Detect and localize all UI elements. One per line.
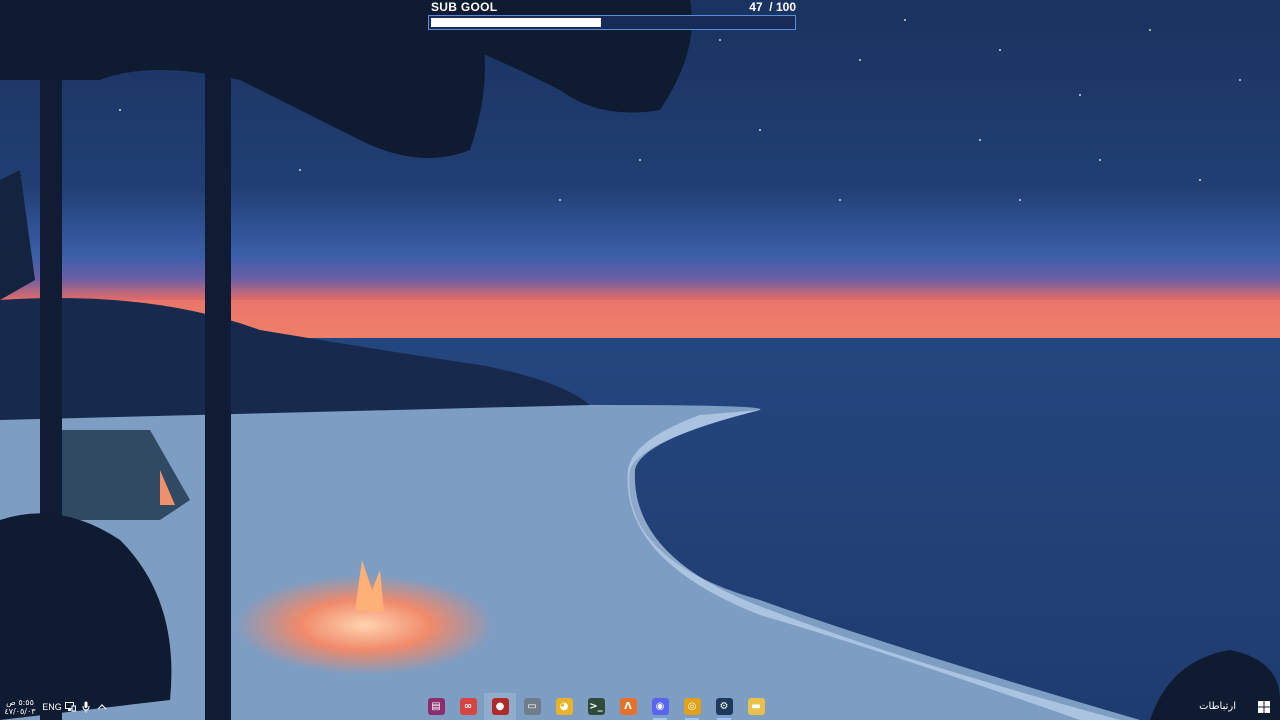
start-button[interactable] bbox=[1248, 693, 1280, 720]
window-app-icon: ▭ bbox=[523, 698, 541, 715]
sub-goal-widget: SUB GOOL 47 / 100 bbox=[428, 0, 798, 32]
chrome-icon: ◎ bbox=[683, 698, 701, 715]
taskbar-app-button[interactable]: ∞ bbox=[452, 693, 484, 720]
taskbar-app-button[interactable]: ▭ bbox=[516, 693, 548, 720]
contacts-button[interactable]: ارتباطات bbox=[1199, 701, 1236, 712]
sub-goal-progress-fill bbox=[431, 18, 601, 27]
pinned-apps: ▤ ∞ ● ▭ ◕ >_ Λ ◉ ◎ ⚙ ▬ bbox=[420, 693, 772, 720]
clock-time: ٥:٥٥ ص bbox=[6, 697, 34, 707]
taskbar-app-button[interactable]: ◎ bbox=[676, 693, 708, 720]
file-explorer-icon: ▬ bbox=[747, 698, 765, 715]
system-tray: ٥:٥٥ ص ٤٧/٠٥/٠٣ ENG bbox=[0, 693, 110, 720]
orange-a-app-icon: Λ bbox=[619, 698, 637, 715]
show-hidden-icons-chevron[interactable] bbox=[94, 693, 110, 720]
taskbar: ٥:٥٥ ص ٤٧/٠٥/٠٣ ENG ▤ ∞ ● ▭ ◕ >_ Λ ◉ ◎ ⚙ ▬ ارتباطا… bbox=[0, 693, 1280, 720]
taskbar-app-button[interactable]: ▤ bbox=[420, 693, 452, 720]
clock-date: ٤٧/٠٥/٠٣ bbox=[4, 706, 36, 716]
yellow-assistant-icon: ◕ bbox=[555, 698, 573, 715]
language-indicator[interactable]: ENG bbox=[42, 702, 62, 712]
desktop-wallpaper bbox=[0, 0, 1280, 720]
dark-red-app-icon: ● bbox=[491, 698, 509, 715]
taskbar-app-button[interactable]: ▬ bbox=[740, 693, 772, 720]
discord-icon: ◉ bbox=[651, 698, 669, 715]
windows-logo-icon bbox=[1258, 700, 1270, 713]
sub-goal-count: 47 / 100 bbox=[749, 0, 796, 14]
steam-icon: ⚙ bbox=[715, 698, 733, 715]
taskbar-app-button[interactable]: ◕ bbox=[548, 693, 580, 720]
taskbar-right: ارتباطات bbox=[1199, 693, 1280, 720]
taskbar-app-button[interactable]: ⚙ bbox=[708, 693, 740, 720]
clock[interactable]: ٥:٥٥ ص ٤٧/٠٥/٠٣ bbox=[0, 698, 40, 716]
rainbow-circles-app-icon: ∞ bbox=[459, 698, 477, 715]
taskbar-app-button[interactable]: ◉ bbox=[644, 693, 676, 720]
taskbar-app-button[interactable]: >_ bbox=[580, 693, 612, 720]
sub-goal-title: SUB GOOL bbox=[431, 0, 498, 14]
microphone-icon[interactable] bbox=[78, 693, 94, 720]
sub-goal-progress-bar bbox=[428, 15, 796, 30]
network-icon[interactable] bbox=[62, 693, 78, 720]
terminal-icon: >_ bbox=[587, 698, 605, 715]
taskbar-app-button[interactable]: ● bbox=[484, 693, 516, 720]
taskbar-app-button[interactable]: Λ bbox=[612, 693, 644, 720]
winrar-icon: ▤ bbox=[427, 698, 445, 715]
